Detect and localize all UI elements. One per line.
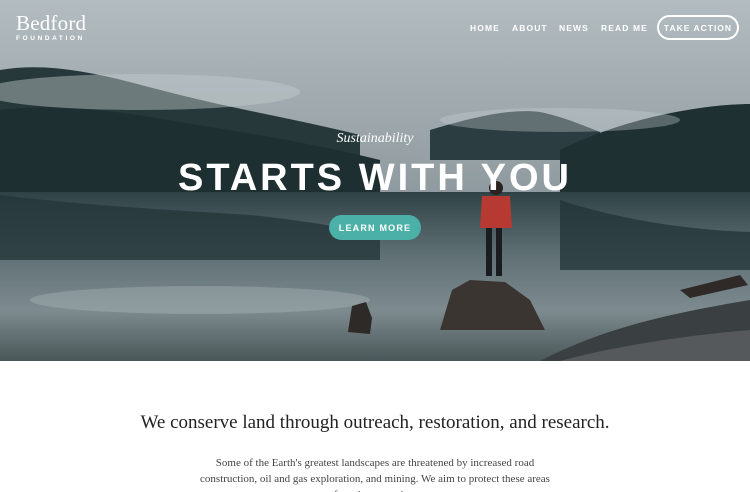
brand-logo[interactable]: Bedford FOUNDATION xyxy=(16,11,87,43)
take-action-button[interactable]: TAKE ACTION xyxy=(657,15,739,40)
mission-body: Some of the Earth's greatest landscapes … xyxy=(200,457,550,492)
learn-more-button[interactable]: LEARN MORE xyxy=(329,215,421,240)
hero-headline: STARTS WITH YOU xyxy=(177,157,573,199)
mission-heading: We conserve land through outreach, resto… xyxy=(140,412,610,433)
brand-name: Bedford xyxy=(16,11,87,35)
hero-eyebrow: Sustainability xyxy=(336,131,414,146)
hero-section: Bedford FOUNDATION HOME ABOUT NEWS READ … xyxy=(0,0,750,361)
nav-read-me-link[interactable]: READ ME xyxy=(601,23,648,33)
brand-tagline: FOUNDATION xyxy=(16,35,85,42)
nav-home-link[interactable]: HOME xyxy=(470,23,500,33)
nav-news-link[interactable]: NEWS xyxy=(559,23,589,33)
nav-about-link[interactable]: ABOUT xyxy=(512,23,548,33)
